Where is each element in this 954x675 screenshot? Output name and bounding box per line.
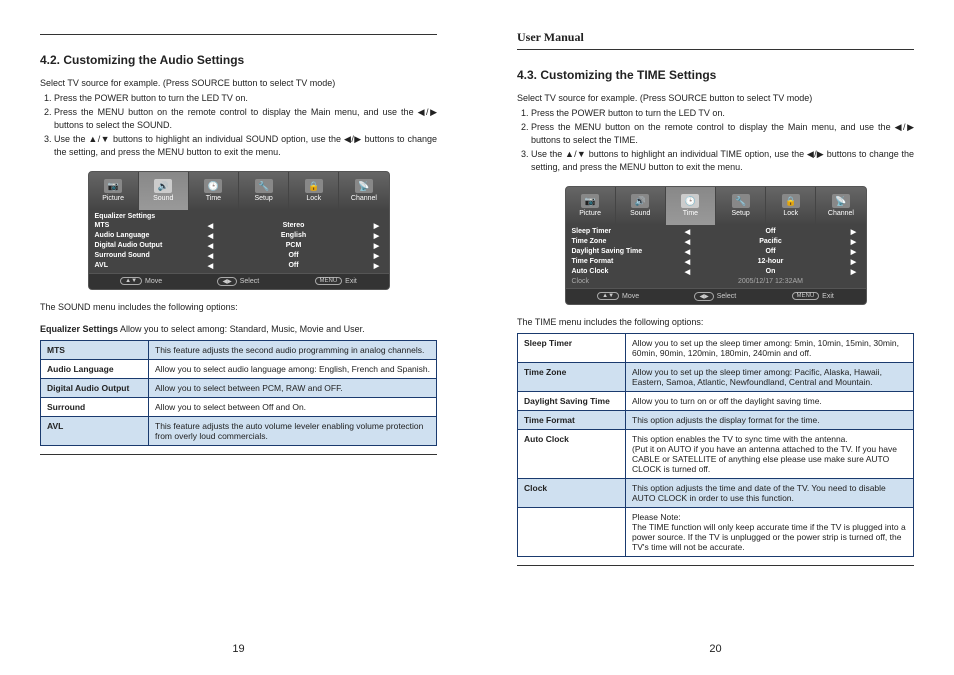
camera-icon: 📷 [581,194,599,208]
step-3: Use the ▲/▼ buttons to highlight an indi… [54,133,437,158]
lock-icon: 🔒 [305,179,323,193]
sound-options-table: MTSThis feature adjusts the second audio… [40,340,437,446]
osd-tab-lock: 🔒Lock [766,187,816,225]
header-user-manual: User Manual [517,30,584,45]
wrench-icon: 🔧 [732,194,750,208]
options-intro: The SOUND menu includes the following op… [40,302,437,312]
osd-tab-sound: 🔊Sound [616,187,666,225]
osd-tab-lock: 🔒Lock [289,172,339,210]
page-left: 4.2. Customizing the Audio Settings Sele… [0,0,477,675]
step-1: Press the POWER button to turn the LED T… [531,107,914,120]
osd-tab-setup: 🔧Setup [239,172,289,210]
section-title-time: 4.3. Customizing the TIME Settings [517,68,914,82]
page-spread: 4.2. Customizing the Audio Settings Sele… [0,0,954,675]
time-options-table: Sleep TimerAllow you to set up the sleep… [517,333,914,557]
clock-icon: 🕒 [681,194,699,208]
speaker-icon: 🔊 [154,179,172,193]
osd-tab-picture: 📷Picture [89,172,139,210]
intro-text: Select TV source for example. (Press SOU… [40,77,437,90]
antenna-icon: 📡 [355,179,373,193]
page-number: 19 [40,643,437,655]
speaker-icon: 🔊 [631,194,649,208]
antenna-icon: 📡 [832,194,850,208]
step-2: Press the MENU button on the remote cont… [54,106,437,131]
osd-tab-setup: 🔧Setup [716,187,766,225]
lock-icon: 🔒 [782,194,800,208]
osd-tab-sound: 🔊Sound [139,172,189,210]
options-intro: The TIME menu includes the following opt… [517,317,914,327]
page-right: User Manual 4.3. Customizing the TIME Se… [477,0,954,675]
wrench-icon: 🔧 [255,179,273,193]
step-1: Press the POWER button to turn the LED T… [54,92,437,105]
intro-text: Select TV source for example. (Press SOU… [517,92,914,105]
step-2: Press the MENU button on the remote cont… [531,121,914,146]
osd-tab-picture: 📷Picture [566,187,616,225]
step-3: Use the ▲/▼ buttons to highlight an indi… [531,148,914,173]
osd-tab-channel: 📡Channel [339,172,388,210]
osd-sound-menu: 📷Picture 🔊Sound 🕒Time 🔧Setup 🔒Lock 📡Chan… [88,171,390,290]
section-title-audio: 4.2. Customizing the Audio Settings [40,53,437,67]
osd-tab-time: 🕒Time [666,187,716,225]
page-number: 20 [517,643,914,655]
osd-time-menu: 📷Picture 🔊Sound 🕒Time 🔧Setup 🔒Lock 📡Chan… [565,186,867,305]
camera-icon: 📷 [104,179,122,193]
clock-icon: 🕒 [204,179,222,193]
osd-tab-time: 🕒Time [189,172,239,210]
equalizer-line: Equalizer Settings Allow you to select a… [40,324,437,334]
osd-tab-channel: 📡Channel [816,187,865,225]
